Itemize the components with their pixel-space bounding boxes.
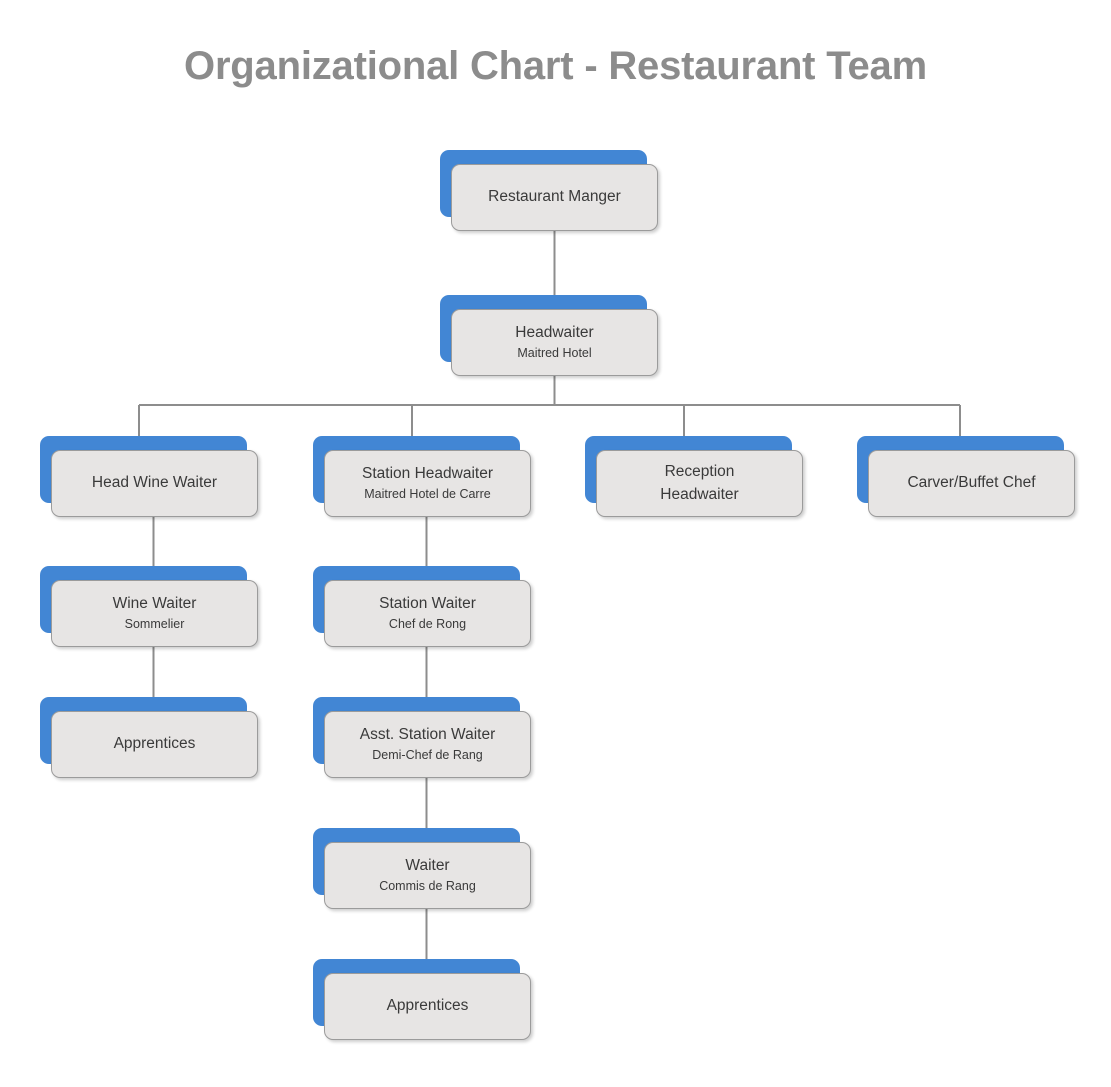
node-card[interactable]: Apprentices bbox=[51, 711, 258, 778]
node-subtitle: Maitred Hotel bbox=[517, 346, 592, 361]
node-card[interactable]: Apprentices bbox=[324, 973, 531, 1040]
node-title: Reception Headwaiter bbox=[660, 463, 739, 503]
org-chart-canvas: Organizational Chart - Restaurant Team R… bbox=[0, 0, 1111, 1087]
node-card[interactable]: Head Wine Waiter bbox=[51, 450, 258, 517]
node-title: Asst. Station Waiter bbox=[359, 725, 496, 743]
node-card[interactable]: Wine Waiter Sommelier bbox=[51, 580, 258, 647]
node-title: Restaurant Manger bbox=[488, 188, 621, 206]
node-card[interactable]: Headwaiter Maitred Hotel bbox=[451, 309, 658, 376]
node-title: Station Headwaiter bbox=[362, 464, 493, 482]
node-card[interactable]: Carver/Buffet Chef bbox=[868, 450, 1075, 517]
node-title: Apprentices bbox=[113, 735, 196, 753]
node-card[interactable]: Reception Headwaiter bbox=[596, 450, 803, 517]
node-card[interactable]: Waiter Commis de Rang bbox=[324, 842, 531, 909]
node-subtitle: Chef de Rong bbox=[388, 617, 467, 632]
node-card[interactable]: Asst. Station Waiter Demi-Chef de Rang bbox=[324, 711, 531, 778]
node-title: Station Waiter bbox=[379, 594, 476, 612]
node-card[interactable]: Restaurant Manger bbox=[451, 164, 658, 231]
node-subtitle: Commis de Rang bbox=[379, 879, 476, 894]
node-title: Apprentices bbox=[386, 997, 469, 1015]
node-subtitle: Maitred Hotel de Carre bbox=[364, 487, 491, 502]
node-card[interactable]: Station Headwaiter Maitred Hotel de Carr… bbox=[324, 450, 531, 517]
node-title: Waiter bbox=[405, 856, 450, 874]
node-title: Carver/Buffet Chef bbox=[907, 474, 1036, 492]
node-title: Head Wine Waiter bbox=[91, 474, 218, 492]
node-subtitle: Sommelier bbox=[124, 617, 185, 632]
node-subtitle: Demi-Chef de Rang bbox=[372, 748, 483, 763]
node-card[interactable]: Station Waiter Chef de Rong bbox=[324, 580, 531, 647]
page-title: Organizational Chart - Restaurant Team bbox=[184, 44, 927, 88]
node-title: Wine Waiter bbox=[112, 594, 197, 612]
node-title: Headwaiter bbox=[515, 323, 594, 341]
